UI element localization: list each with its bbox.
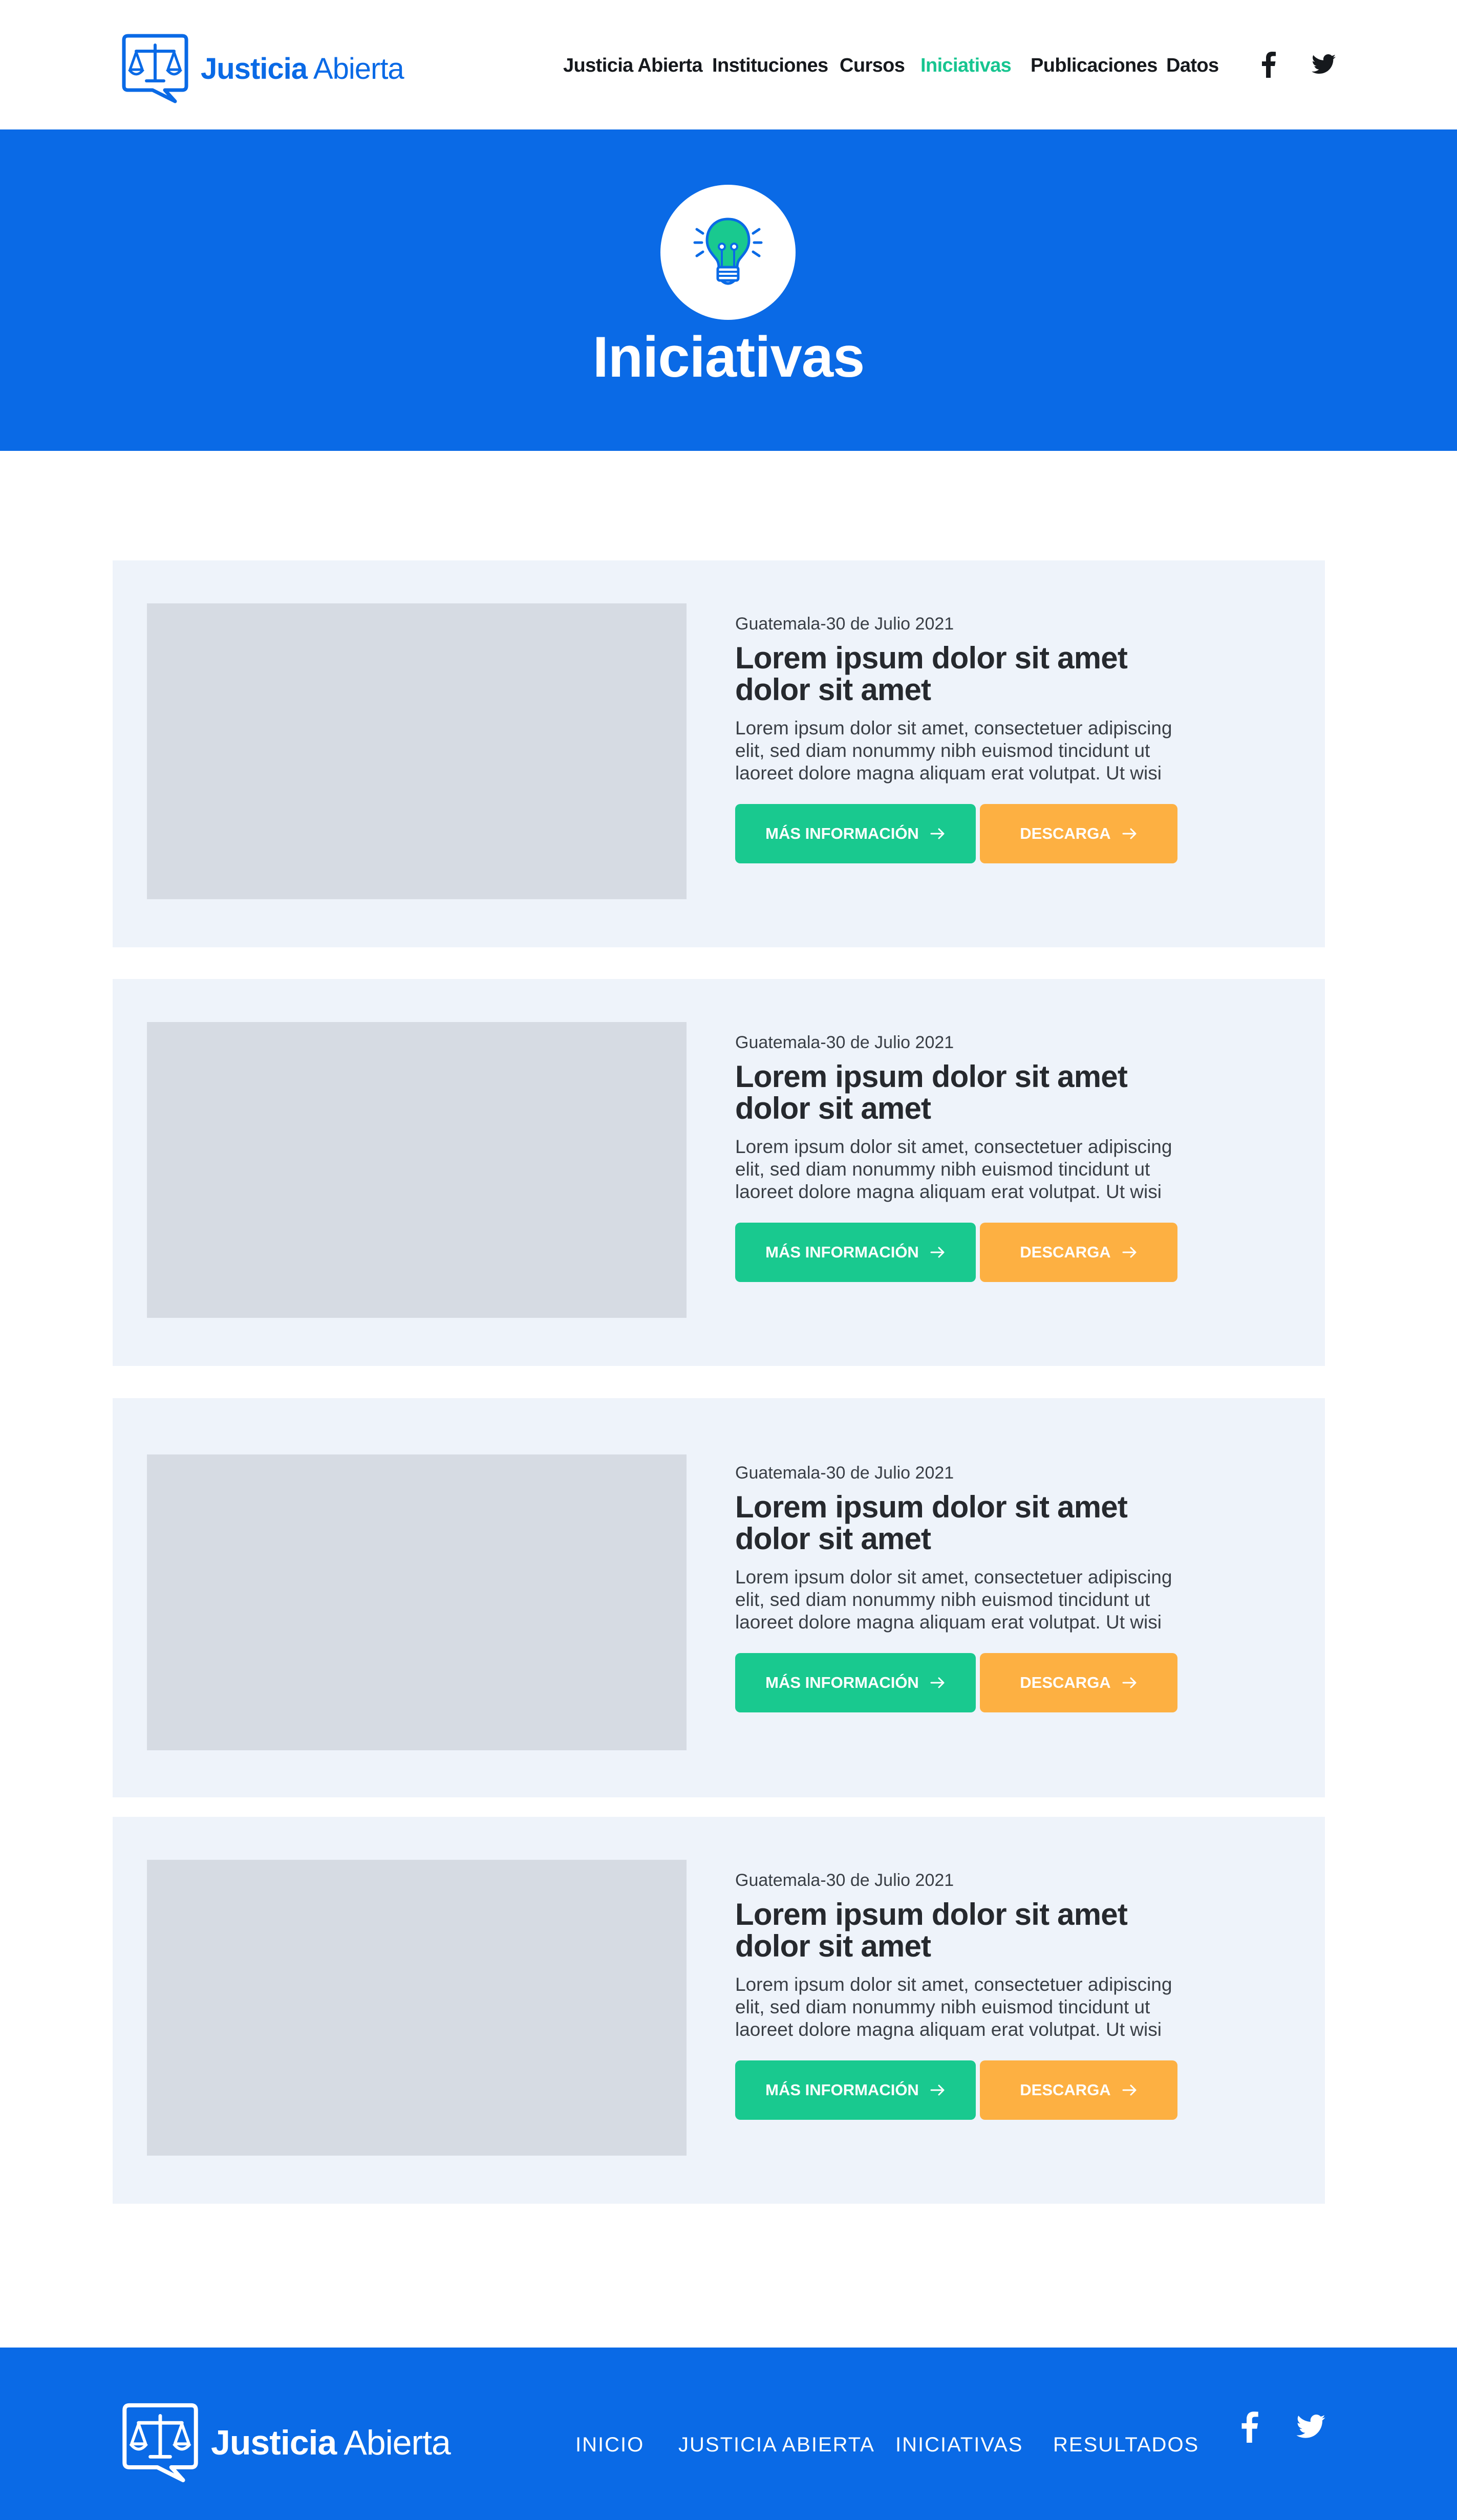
card-image-placeholder [147,1454,687,1750]
download-button[interactable]: DESCARGA [980,1653,1177,1712]
download-button[interactable]: DESCARGA [980,2060,1177,2120]
twitter-icon[interactable] [1310,50,1338,79]
footer-link-iniciativas[interactable]: INICIATIVAS [895,2434,1023,2457]
arrow-right-icon [1122,828,1138,840]
logo-wordmark: Justicia Abierta [201,52,404,86]
facebook-icon[interactable] [1254,50,1283,79]
download-label: DESCARGA [1020,1674,1111,1691]
site-footer: Justicia Abierta INICIO JUSTICIA ABIERTA… [0,2348,1457,2520]
arrow-right-icon [1122,1677,1138,1689]
nav-item-publicaciones[interactable]: Publicaciones [1031,55,1158,77]
arrow-right-icon [930,828,946,840]
arrow-right-icon [930,1677,946,1689]
card-description: Lorem ipsum dolor sit amet, consectetuer… [735,1974,1172,2040]
card-actions: MÁS INFORMACIÓN DESCARGA [735,2060,1196,2120]
download-label: DESCARGA [1020,824,1111,842]
arrow-right-icon [1122,1246,1138,1258]
nav-item-instituciones[interactable]: Instituciones [712,55,828,77]
card-actions: MÁS INFORMACIÓN DESCARGA [735,1653,1196,1712]
card-actions: MÁS INFORMACIÓN DESCARGA [735,804,1196,863]
logo-word-light: Abierta [344,2423,451,2462]
nav-item-datos[interactable]: Datos [1166,55,1219,77]
more-info-label: MÁS INFORMACIÓN [765,824,919,842]
more-info-label: MÁS INFORMACIÓN [765,1674,919,1691]
more-info-label: MÁS INFORMACIÓN [765,1243,919,1261]
card-image-placeholder [147,1022,687,1318]
scales-of-justice-icon [122,34,188,103]
card-description: Lorem ipsum dolor sit amet, consectetuer… [735,718,1172,784]
footer-link-inicio[interactable]: INICIO [575,2434,644,2457]
more-info-button[interactable]: MÁS INFORMACIÓN [735,2060,976,2120]
facebook-icon[interactable] [1232,2409,1268,2445]
more-info-button[interactable]: MÁS INFORMACIÓN [735,1223,976,1282]
arrow-right-icon [930,1246,946,1258]
logo-word-light: Abierta [313,52,404,85]
card-description: Lorem ipsum dolor sit amet, consectetuer… [735,1567,1172,1633]
footer-logo[interactable]: Justicia Abierta [121,2402,451,2484]
download-button[interactable]: DESCARGA [980,1223,1177,1282]
card-body: Guatemala-30 de Julio 2021 Lorem ipsum d… [735,1031,1196,1282]
card-actions: MÁS INFORMACIÓN DESCARGA [735,1223,1196,1282]
lightbulb-icon [693,218,763,285]
nav-item-cursos[interactable]: Cursos [840,55,905,77]
twitter-icon[interactable] [1293,2409,1329,2445]
site-logo[interactable]: Justicia Abierta [121,33,404,104]
card-title: Lorem ipsum dolor sit amet dolor sit ame… [735,1059,1128,1125]
card-date: Guatemala-30 de Julio 2021 [735,1033,954,1052]
download-label: DESCARGA [1020,1243,1111,1261]
scales-of-justice-icon [122,2403,198,2483]
card-title: Lorem ipsum dolor sit amet dolor sit ame… [735,1897,1128,1963]
more-info-label: MÁS INFORMACIÓN [765,2081,919,2099]
arrow-right-icon [1122,2084,1138,2096]
download-button[interactable]: DESCARGA [980,804,1177,863]
initiative-card: Guatemala-30 de Julio 2021 Lorem ipsum d… [113,1398,1325,1797]
footer-link-resultados[interactable]: RESULTADOS [1053,2434,1199,2457]
nav-item-justicia-abierta[interactable]: Justicia Abierta [563,55,703,77]
footer-logo-wordmark: Justicia Abierta [211,2423,451,2463]
card-body: Guatemala-30 de Julio 2021 Lorem ipsum d… [735,1869,1196,2120]
card-title: Lorem ipsum dolor sit amet dolor sit ame… [735,641,1128,707]
footer-social-links [1232,2409,1329,2445]
footer-link-justicia-abierta[interactable]: JUSTICIA ABIERTA [678,2434,875,2457]
more-info-button[interactable]: MÁS INFORMACIÓN [735,1653,976,1712]
download-label: DESCARGA [1020,2081,1111,2099]
card-date: Guatemala-30 de Julio 2021 [735,1871,954,1890]
card-image-placeholder [147,603,687,899]
card-title: Lorem ipsum dolor sit amet dolor sit ame… [735,1490,1128,1556]
initiative-card: Guatemala-30 de Julio 2021 Lorem ipsum d… [113,560,1325,947]
site-header: Justicia Abierta Justicia Abierta Instit… [0,0,1457,129]
header-social-links [1254,50,1338,79]
initiative-card: Guatemala-30 de Julio 2021 Lorem ipsum d… [113,979,1325,1366]
logo-word-bold: Justicia [211,2423,337,2462]
card-body: Guatemala-30 de Julio 2021 Lorem ipsum d… [735,1462,1196,1712]
logo-word-bold: Justicia [201,52,308,85]
hero-banner: Iniciativas [0,129,1457,451]
arrow-right-icon [930,2084,946,2096]
more-info-button[interactable]: MÁS INFORMACIÓN [735,804,976,863]
nav-item-iniciativas[interactable]: Iniciativas [920,55,1012,77]
card-date: Guatemala-30 de Julio 2021 [735,1463,954,1483]
card-image-placeholder [147,1860,687,2156]
hero-icon-badge [660,185,796,320]
card-description: Lorem ipsum dolor sit amet, consectetuer… [735,1136,1172,1202]
card-body: Guatemala-30 de Julio 2021 Lorem ipsum d… [735,613,1196,863]
page-title: Iniciativas [592,325,865,389]
initiative-card: Guatemala-30 de Julio 2021 Lorem ipsum d… [113,1817,1325,2204]
card-date: Guatemala-30 de Julio 2021 [735,614,954,634]
